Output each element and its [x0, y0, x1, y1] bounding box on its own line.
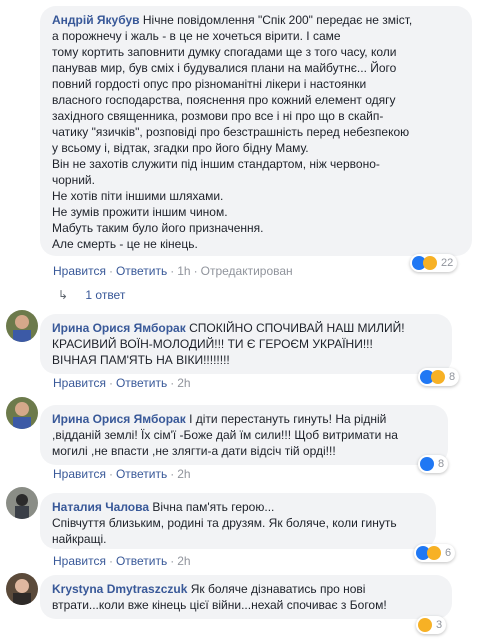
sad-reaction-icon — [418, 618, 432, 632]
timestamp[interactable]: 1h — [177, 264, 190, 278]
like-link[interactable]: Нравится — [53, 467, 106, 481]
reaction-count: 6 — [445, 547, 452, 559]
reactions-summary[interactable]: 8 — [418, 368, 460, 386]
reply-arrow-icon: ↳ — [58, 288, 69, 302]
reactions-summary[interactable]: 6 — [414, 544, 456, 562]
timestamp[interactable]: 2h — [177, 467, 190, 481]
like-link[interactable]: Нравится — [53, 376, 106, 390]
comment-author[interactable]: Андрій Якубув — [52, 13, 140, 27]
reply-link[interactable]: Ответить — [116, 264, 167, 278]
like-link[interactable]: Нравится — [53, 264, 106, 278]
timestamp[interactable]: 2h — [177, 554, 190, 568]
comment-bubble: Наталия Чалова Вічна пам'ять герою... Сп… — [40, 493, 436, 549]
comment-author[interactable]: Ирина Орися Ямборак — [52, 412, 186, 426]
avatar[interactable] — [6, 310, 38, 342]
replies-count: 1 ответ — [85, 288, 126, 302]
reply-link[interactable]: Ответить — [116, 554, 167, 568]
comment-text: Нічне повідомлення "Спік 200" передає не… — [52, 13, 413, 251]
view-replies-link[interactable]: ↳ 1 ответ — [58, 288, 125, 302]
avatar[interactable] — [6, 397, 38, 429]
edited-label: Отредактирован — [200, 264, 293, 278]
comment-actions: Нравится · Ответить · 2h — [53, 467, 191, 481]
reply-link[interactable]: Ответить — [116, 467, 167, 481]
comment-author[interactable]: Наталия Чалова — [52, 500, 149, 514]
reactions-summary[interactable]: 22 — [410, 254, 458, 272]
comment-bubble: Ирина Орися Ямборак І діти перестануть г… — [40, 405, 448, 465]
comment-actions: Нравится · Ответить · 2h — [53, 376, 191, 390]
avatar[interactable] — [6, 487, 38, 519]
reply-link[interactable]: Ответить — [116, 376, 167, 390]
comment-actions: Нравится · Ответить · 2h — [53, 554, 191, 568]
reaction-count: 8 — [449, 371, 456, 383]
reaction-count: 3 — [436, 619, 443, 631]
comment-bubble: Krystyna Dmytraszczuk Як боляче дізнават… — [40, 575, 452, 619]
sad-reaction-icon — [427, 546, 441, 560]
like-link[interactable]: Нравится — [53, 554, 106, 568]
avatar[interactable] — [6, 573, 38, 605]
reaction-count: 8 — [438, 458, 445, 470]
like-reaction-icon — [420, 457, 434, 471]
reactions-summary[interactable]: 8 — [418, 455, 449, 473]
reaction-count: 22 — [441, 257, 454, 269]
comment-author[interactable]: Krystyna Dmytraszczuk — [52, 582, 187, 596]
reactions-summary[interactable]: 3 — [416, 616, 447, 634]
comment-author[interactable]: Ирина Орися Ямборак — [52, 321, 186, 335]
comment-bubble: Андрій Якубув Нічне повідомлення "Спік 2… — [40, 6, 472, 256]
comment-actions: Нравится · Ответить · 1h · Отредактирован — [53, 264, 293, 278]
sad-reaction-icon — [423, 256, 437, 270]
timestamp[interactable]: 2h — [177, 376, 190, 390]
comment-bubble: Ирина Орися Ямборак СПОКІЙНО СПОЧИВАЙ НА… — [40, 314, 452, 374]
sad-reaction-icon — [431, 370, 445, 384]
